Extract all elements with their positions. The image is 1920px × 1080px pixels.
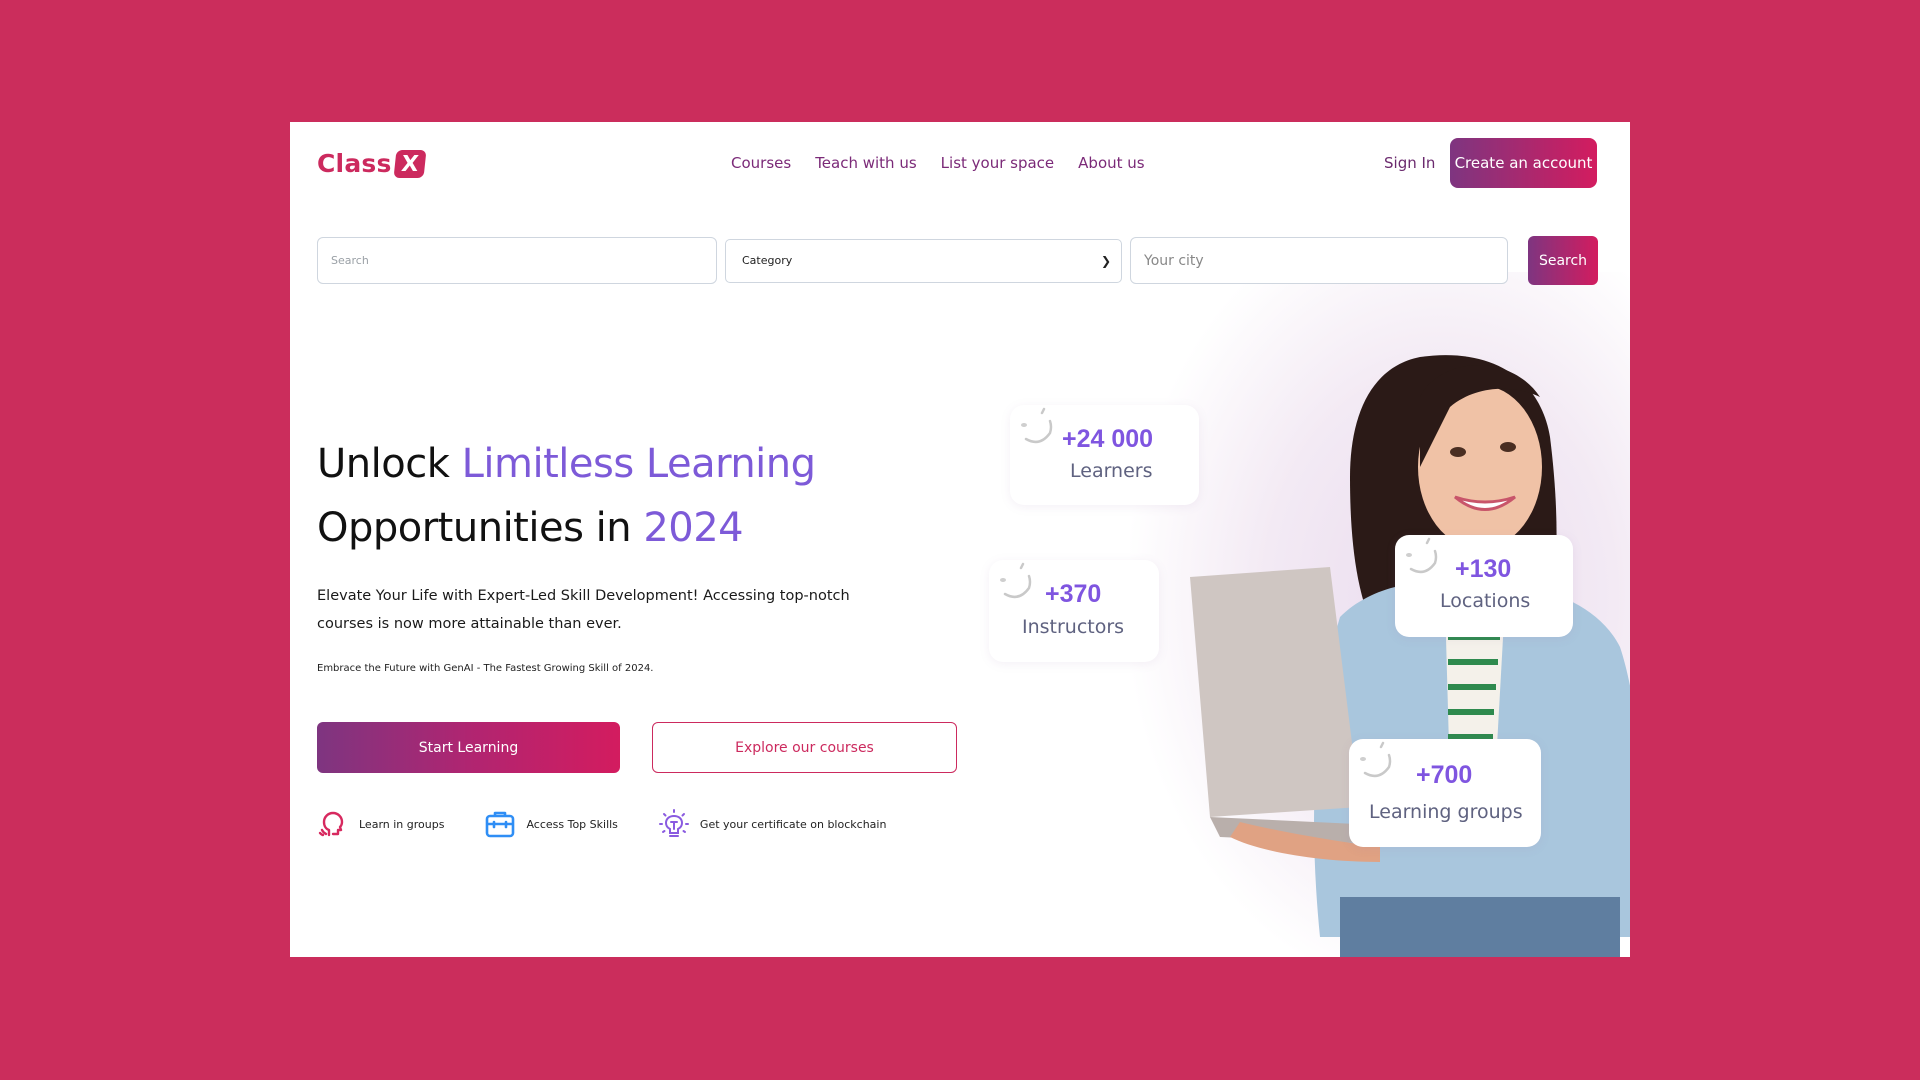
feature-label: Access Top Skills xyxy=(526,817,618,831)
explore-courses-button[interactable]: Explore our courses xyxy=(652,722,957,773)
stat-value: +700 xyxy=(1416,761,1473,789)
stat-value: +370 xyxy=(1045,580,1102,608)
nav-link-list-your-space[interactable]: List your space xyxy=(941,152,1055,174)
stat-label: Instructors xyxy=(1022,616,1125,638)
stat-label: Locations xyxy=(1440,590,1531,612)
feature-item: Access Top Skills xyxy=(484,808,618,840)
nav-link-courses[interactable]: Courses xyxy=(731,152,791,174)
city-input[interactable] xyxy=(1130,237,1508,284)
nav-link-teach-with-us[interactable]: Teach with us xyxy=(815,152,916,174)
stat-label: Learners xyxy=(1070,460,1153,482)
smiley-icon xyxy=(1406,537,1438,574)
search-button[interactable]: Search xyxy=(1528,236,1598,285)
chevron-down-icon: ❯ xyxy=(1100,253,1111,268)
hero-person-image xyxy=(1190,355,1630,957)
logo[interactable]: Class X xyxy=(317,149,427,178)
main-nav: Courses Teach with us List your space Ab… xyxy=(731,152,1145,174)
nav-link-about-us[interactable]: About us xyxy=(1078,152,1144,174)
stat-card-locations: +130 Locations xyxy=(1395,535,1573,637)
feature-label: Learn in groups xyxy=(359,817,445,831)
search-input[interactable] xyxy=(317,237,717,284)
start-learning-button[interactable]: Start Learning xyxy=(317,722,620,773)
smiley-icon xyxy=(1360,741,1392,778)
hero-title: Unlock Limitless Learning Opportunities … xyxy=(317,432,816,560)
stat-card-learners: +24 000 Learners xyxy=(1010,405,1199,505)
briefcase-icon xyxy=(486,811,515,838)
hero-title-plain: Unlock xyxy=(317,441,462,487)
stat-card-instructors: +370 Instructors xyxy=(989,560,1159,662)
logo-mark: X xyxy=(393,149,427,178)
smiley-icon xyxy=(1000,562,1032,599)
hero-title-accent: Limitless Learning xyxy=(461,441,816,487)
head-speaking-icon xyxy=(318,811,344,837)
hero-description: Elevate Your Life with Expert-Led Skill … xyxy=(317,588,850,632)
stat-card-learning-groups: +700 Learning groups xyxy=(1349,739,1541,847)
feature-label: Get your certificate on blockchain xyxy=(699,817,887,831)
hero-title-line1: Unlock Limitless Learning xyxy=(317,441,816,487)
feature-item: Learn in groups xyxy=(317,808,444,840)
smiley-icon xyxy=(1021,407,1053,444)
landing-page-card: Class X Courses Teach with us List your … xyxy=(290,122,1630,957)
hero-title-line2: Opportunities in 2024 xyxy=(317,505,744,551)
stat-value: +24 000 xyxy=(1062,425,1154,453)
sign-in-link[interactable]: Sign In xyxy=(1384,152,1435,174)
create-account-button[interactable]: Create an account xyxy=(1450,138,1597,188)
hero-title-plain: Opportunities in xyxy=(317,505,644,551)
category-select-value: Category xyxy=(742,254,793,267)
search-bar: Category ❯ Search xyxy=(317,236,1598,285)
hero-tagline: Embrace the Future with GenAI - The Fast… xyxy=(317,663,654,674)
feature-list: Learn in groups Access Top Skills Get yo… xyxy=(317,808,926,840)
lightbulb-icon xyxy=(658,809,689,837)
stat-value: +130 xyxy=(1455,555,1512,583)
stat-label: Learning groups xyxy=(1369,801,1523,823)
logo-text: Class xyxy=(317,149,392,178)
category-select[interactable]: Category ❯ xyxy=(725,238,1122,283)
feature-item: Get your certificate on blockchain xyxy=(658,808,887,840)
hero-title-year: 2024 xyxy=(643,505,744,551)
